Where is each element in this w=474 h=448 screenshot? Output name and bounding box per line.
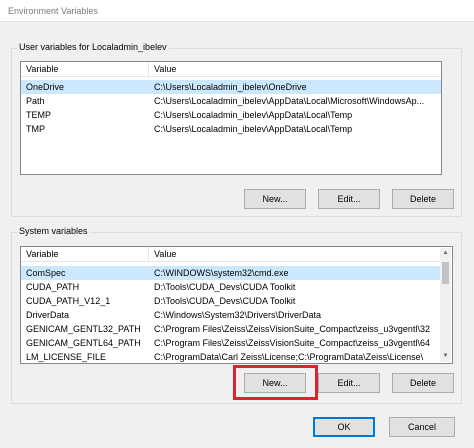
- user-variables-list[interactable]: Variable Value OneDrive C:\Users\Localad…: [20, 61, 442, 175]
- user-variables-label: User variables for Localadmin_ibelev: [17, 42, 169, 52]
- variable-name: LM_LICENSE_FILE: [26, 352, 107, 362]
- table-row[interactable]: DriverData C:\Windows\System32\Drivers\D…: [21, 308, 441, 322]
- user-delete-button[interactable]: Delete: [392, 189, 454, 209]
- title-bar[interactable]: Environment Variables: [0, 0, 474, 22]
- table-row[interactable]: GENICAM_GENTL64_PATH C:\Program Files\Ze…: [21, 336, 441, 350]
- variable-value: C:\Program Files\Zeiss\ZeissVisionSuite_…: [154, 324, 430, 334]
- column-header-variable[interactable]: Variable: [21, 247, 149, 262]
- table-row[interactable]: CUDA_PATH_V12_1 D:\Tools\CUDA_Devs\CUDA …: [21, 294, 441, 308]
- system-new-button[interactable]: New...: [244, 373, 306, 393]
- variable-value: C:\Users\Localadmin_ibelev\AppData\Local…: [154, 96, 425, 106]
- table-row[interactable]: TMP C:\Users\Localadmin_ibelev\AppData\L…: [21, 122, 441, 136]
- scroll-thumb[interactable]: [442, 262, 449, 284]
- table-row[interactable]: GENICAM_GENTL32_PATH C:\Program Files\Ze…: [21, 322, 441, 336]
- column-header-variable[interactable]: Variable: [21, 62, 149, 77]
- variable-name: TMP: [26, 124, 45, 134]
- system-list-header: Variable Value: [21, 247, 441, 262]
- variable-value: C:\Users\Localadmin_ibelev\AppData\Local…: [154, 110, 353, 120]
- ok-button[interactable]: OK: [313, 417, 375, 437]
- variable-value: C:\Windows\System32\Drivers\DriverData: [154, 310, 322, 320]
- system-edit-button[interactable]: Edit...: [318, 373, 380, 393]
- window-title: Environment Variables: [8, 6, 98, 16]
- variable-name: TEMP: [26, 110, 52, 120]
- table-row[interactable]: LM_LICENSE_FILE C:\ProgramData\Carl Zeis…: [21, 350, 441, 363]
- table-row[interactable]: TEMP C:\Users\Localadmin_ibelev\AppData\…: [21, 108, 441, 122]
- vertical-scrollbar[interactable]: ▲ ▼: [440, 248, 451, 362]
- variable-name: CUDA_PATH_V12_1: [26, 296, 111, 306]
- user-new-button[interactable]: New...: [244, 189, 306, 209]
- variable-value: C:\Users\Localadmin_ibelev\AppData\Local…: [154, 124, 353, 134]
- variable-name: GENICAM_GENTL32_PATH: [26, 324, 141, 334]
- variable-value: C:\WINDOWS\system32\cmd.exe: [154, 268, 289, 278]
- table-row[interactable]: OneDrive C:\Users\Localadmin_ibelev\OneD…: [21, 80, 441, 94]
- variable-value: D:\Tools\CUDA_Devs\CUDA Toolkit: [154, 296, 296, 306]
- user-list-header: Variable Value: [21, 62, 441, 77]
- system-variables-list[interactable]: Variable Value ComSpec C:\WINDOWS\system…: [20, 246, 453, 364]
- variable-value: C:\Program Files\Zeiss\ZeissVisionSuite_…: [154, 338, 430, 348]
- variable-value: C:\ProgramData\Carl Zeiss\License;C:\Pro…: [154, 352, 424, 362]
- variable-name: GENICAM_GENTL64_PATH: [26, 338, 141, 348]
- variable-name: Path: [26, 96, 45, 106]
- table-row[interactable]: Path C:\Users\Localadmin_ibelev\AppData\…: [21, 94, 441, 108]
- table-row[interactable]: ComSpec C:\WINDOWS\system32\cmd.exe: [21, 266, 441, 280]
- system-delete-button[interactable]: Delete: [392, 373, 454, 393]
- scroll-up-icon[interactable]: ▲: [440, 248, 451, 259]
- column-header-value[interactable]: Value: [149, 247, 441, 262]
- variable-name: ComSpec: [26, 268, 66, 278]
- variable-value: C:\Users\Localadmin_ibelev\OneDrive: [154, 82, 307, 92]
- table-row[interactable]: CUDA_PATH D:\Tools\CUDA_Devs\CUDA Toolki…: [21, 280, 441, 294]
- variable-name: DriverData: [26, 310, 70, 320]
- variable-name: OneDrive: [26, 82, 65, 92]
- scroll-down-icon[interactable]: ▼: [440, 351, 451, 362]
- system-variables-label: System variables: [17, 226, 90, 236]
- variable-name: CUDA_PATH: [26, 282, 80, 292]
- cancel-button[interactable]: Cancel: [389, 417, 455, 437]
- column-header-value[interactable]: Value: [149, 62, 441, 77]
- variable-value: D:\Tools\CUDA_Devs\CUDA Toolkit: [154, 282, 296, 292]
- user-edit-button[interactable]: Edit...: [318, 189, 380, 209]
